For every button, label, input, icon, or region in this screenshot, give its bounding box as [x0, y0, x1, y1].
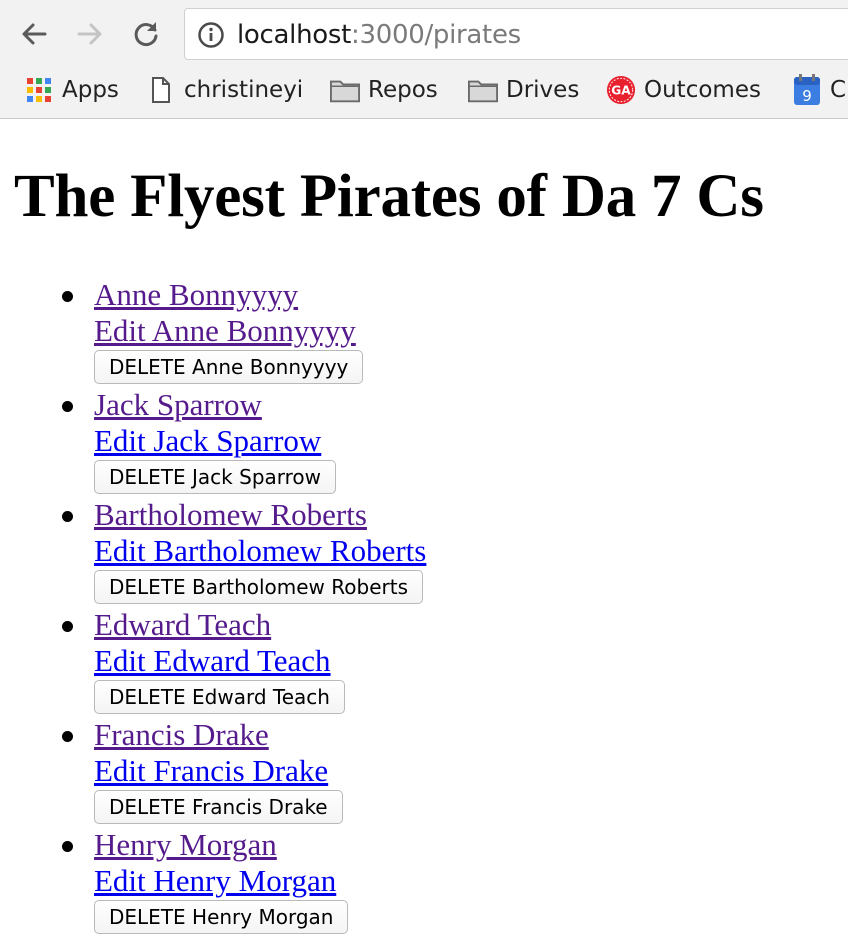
bullet-icon: [62, 291, 73, 302]
pirate-link[interactable]: Henry Morgan: [94, 827, 426, 863]
url-text[interactable]: localhost:3000/pirates: [237, 19, 521, 51]
folder-icon: [330, 75, 360, 105]
list-item: Jack Sparrow Edit Jack Sparrow DELETE Ja…: [62, 387, 426, 497]
bookmark-repos[interactable]: Repos: [330, 72, 438, 108]
edit-link[interactable]: Edit Anne Bonnyyyy: [94, 313, 426, 349]
delete-button[interactable]: DELETE Jack Sparrow: [94, 460, 337, 494]
list-item: Francis Drake Edit Francis Drake DELETE …: [62, 717, 426, 827]
svg-text:9: 9: [802, 87, 812, 105]
bullet-icon: [62, 511, 73, 522]
bookmark-outcomes[interactable]: GA Outcomes: [606, 72, 761, 108]
list-item: Henry Morgan Edit Henry Morgan DELETE He…: [62, 827, 426, 937]
forward-arrow-icon: [77, 23, 102, 45]
forward-button[interactable]: [70, 14, 110, 54]
edit-link[interactable]: Edit Jack Sparrow: [94, 423, 426, 459]
bullet-icon: [62, 401, 73, 412]
bullet-icon: [62, 621, 73, 632]
svg-text:GA: GA: [611, 84, 631, 98]
ga-logo-icon: GA: [606, 75, 636, 105]
pirate-link[interactable]: Francis Drake: [94, 717, 426, 753]
page-icon: [146, 75, 176, 105]
delete-button[interactable]: DELETE Anne Bonnyyyy: [94, 350, 364, 384]
browser-chrome: localhost:3000/pirates Apps christineyi: [0, 0, 848, 119]
url-path: :3000/pirates: [351, 20, 521, 50]
pirate-link[interactable]: Jack Sparrow: [94, 387, 426, 423]
apps-grid-icon: [24, 75, 54, 105]
bookmark-label: Outcomes: [644, 77, 761, 103]
pirate-link[interactable]: Bartholomew Roberts: [94, 497, 426, 533]
bookmark-calendar[interactable]: 9 C: [792, 72, 846, 108]
bookmark-label: christineyi: [184, 77, 304, 103]
list-item: Edward Teach Edit Edward Teach DELETE Ed…: [62, 607, 426, 717]
bullet-icon: [62, 731, 73, 742]
pirate-link[interactable]: Anne Bonnyyyy: [94, 277, 426, 313]
page-content: The Flyest Pirates of Da 7 Cs Anne Bonny…: [0, 119, 848, 942]
bullet-icon: [62, 841, 73, 852]
bookmark-label: Apps: [62, 77, 119, 103]
edit-link[interactable]: Edit Bartholomew Roberts: [94, 533, 426, 569]
delete-button[interactable]: DELETE Henry Morgan: [94, 900, 349, 934]
reload-button[interactable]: [126, 14, 166, 54]
info-icon[interactable]: [197, 21, 225, 49]
edit-link[interactable]: Edit Edward Teach: [94, 643, 426, 679]
bookmarks-bar: Apps christineyi Repos Drives GA Outcome…: [0, 70, 848, 110]
address-bar[interactable]: localhost:3000/pirates: [184, 8, 848, 60]
edit-link[interactable]: Edit Francis Drake: [94, 753, 426, 789]
back-arrow-icon: [22, 23, 47, 45]
delete-button[interactable]: DELETE Bartholomew Roberts: [94, 570, 423, 604]
list-item: Bartholomew Roberts Edit Bartholomew Rob…: [62, 497, 426, 607]
bookmark-drives[interactable]: Drives: [468, 72, 579, 108]
pirate-link[interactable]: Edward Teach: [94, 607, 426, 643]
edit-link[interactable]: Edit Henry Morgan: [94, 863, 426, 899]
back-button[interactable]: [14, 14, 54, 54]
url-host: localhost: [237, 20, 352, 50]
bookmark-christineyi[interactable]: christineyi: [146, 72, 303, 108]
delete-button[interactable]: DELETE Edward Teach: [94, 680, 345, 714]
bookmark-label: C: [830, 77, 847, 103]
bookmark-apps[interactable]: Apps: [24, 72, 119, 108]
list-item: Anne Bonnyyyy Edit Anne Bonnyyyy DELETE …: [62, 277, 426, 387]
page-title: The Flyest Pirates of Da 7 Cs: [14, 163, 764, 230]
delete-button[interactable]: DELETE Francis Drake: [94, 790, 343, 824]
bookmark-label: Drives: [506, 77, 580, 103]
calendar-icon: 9: [792, 74, 822, 105]
reload-icon: [134, 22, 158, 46]
pirate-list: Anne Bonnyyyy Edit Anne Bonnyyyy DELETE …: [0, 277, 426, 937]
bookmark-label: Repos: [368, 77, 438, 103]
folder-icon: [468, 75, 498, 105]
